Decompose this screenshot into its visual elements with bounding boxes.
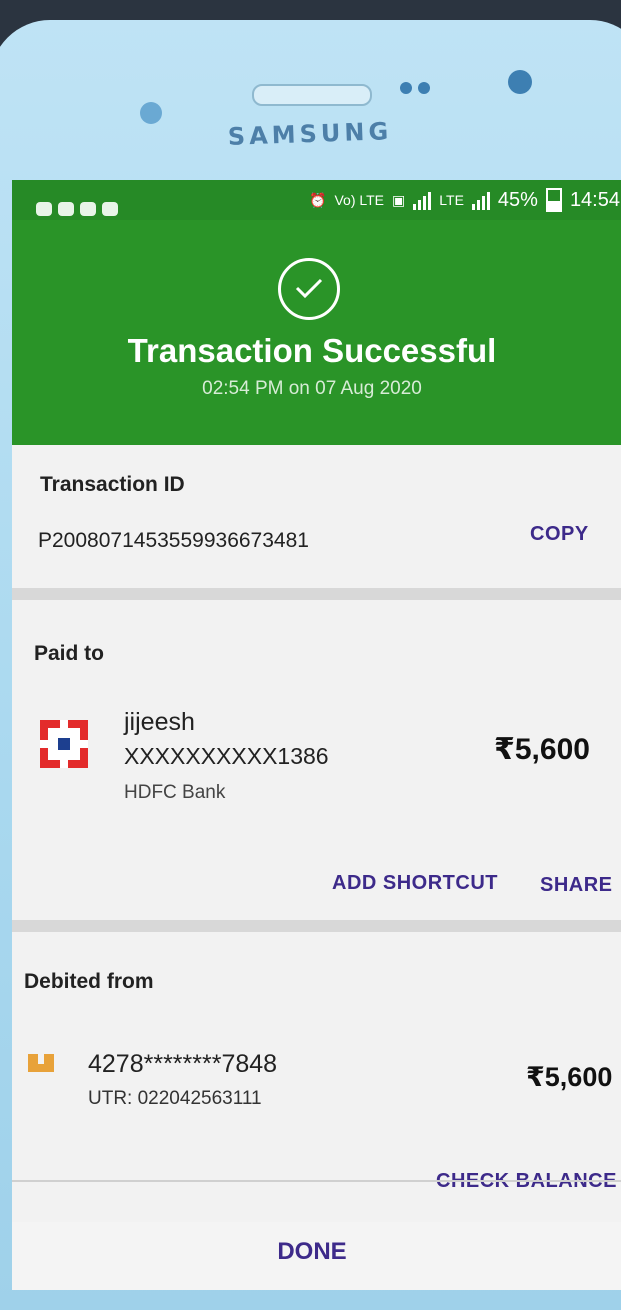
copy-button[interactable]: COPY (530, 523, 589, 546)
transaction-timestamp: 02:54 PM on 07 Aug 2020 (202, 378, 422, 399)
section-divider (12, 588, 621, 600)
footer-divider (12, 1180, 621, 1182)
hdfc-bank-logo (40, 720, 88, 768)
debited-amount: ₹5,600 (526, 1062, 613, 1092)
transaction-status-title: Transaction Successful (127, 332, 497, 369)
sensor-dot (400, 82, 412, 94)
signal-strength-icon (413, 190, 432, 210)
payee-account: XXXXXXXXXX1386 (124, 743, 329, 769)
share-button[interactable]: SHARE (540, 874, 613, 897)
transaction-id-card: Transaction ID P2008071453559936673481 C… (12, 445, 621, 595)
paid-amount: ₹5,600 (494, 733, 590, 766)
utr-number: UTR: 022042563111 (88, 1088, 262, 1109)
add-shortcut-button[interactable]: ADD SHORTCUT (332, 872, 498, 895)
paid-to-card: Paid to jijeesh XXXXXXXXXX1386 HDFC Bank… (12, 600, 621, 920)
front-camera (508, 70, 532, 94)
sim-icon: ▣ (392, 191, 406, 208)
notification-icons (36, 202, 118, 216)
bank-logo-icon (28, 1054, 54, 1072)
phone-top-bezel: SAMSUNG (0, 20, 611, 190)
transaction-id-label: Transaction ID (40, 473, 185, 496)
done-button[interactable]: DONE (12, 1238, 612, 1266)
phone-body: SAMSUNG ⏰ Vo) LTE ▣ LTE 45% 14:54 Transa… (0, 20, 621, 1310)
battery-icon (545, 188, 562, 212)
signal-strength-icon (471, 190, 490, 210)
payee-bank: HDFC Bank (124, 782, 226, 803)
battery-percentage: 45% (497, 188, 538, 211)
facebook-icon (36, 202, 52, 216)
system-status-icons: ⏰ Vo) LTE ▣ LTE 45% 14:54 (309, 180, 620, 220)
success-header: Transaction Successful 02:54 PM on 07 Au… (12, 220, 621, 445)
transaction-id-value: P2008071453559936673481 (38, 529, 309, 552)
checkmark-icon (278, 258, 340, 320)
earpiece-speaker (252, 84, 372, 106)
debited-from-card: Debited from 4278********7848 UTR: 02204… (12, 932, 621, 1222)
payee-name: jijeesh (124, 708, 195, 736)
debit-card-number: 4278********7848 (88, 1050, 278, 1078)
youtube-icon (80, 202, 96, 216)
lte-indicator: LTE (439, 192, 464, 208)
sensor-dot (418, 82, 430, 94)
section-divider (12, 920, 621, 932)
volte-indicator: Vo) LTE (334, 192, 385, 208)
app-notification-icon (102, 202, 118, 216)
debited-from-label: Debited from (24, 970, 154, 993)
device-brand-logo: SAMSUNG (227, 117, 393, 151)
alarm-icon: ⏰ (309, 191, 327, 208)
youtube-icon (58, 202, 74, 216)
phone-screen: ⏰ Vo) LTE ▣ LTE 45% 14:54 Transaction Su… (12, 180, 621, 1290)
clock: 14:54 (569, 188, 620, 211)
paid-to-label: Paid to (34, 642, 105, 665)
proximity-sensor (140, 102, 162, 124)
